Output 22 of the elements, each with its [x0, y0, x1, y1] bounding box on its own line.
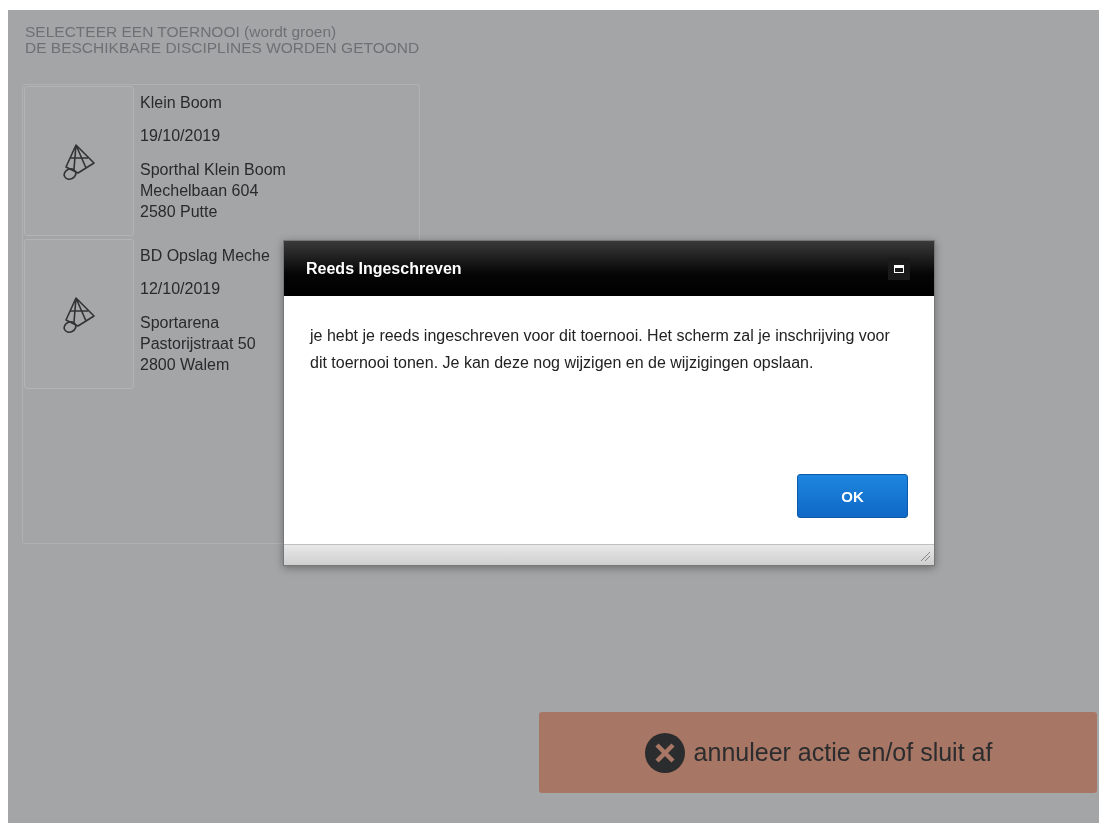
- dialog-message: je hebt je reeds ingeschreven voor dit toernooi. Het scherm zal je inschrijving voor dit toernooi tonen. Je kan deze nog wijzigen en de wijzigingen opslaan.: [310, 326, 891, 373]
- address-line: Pastorijstraat 50: [140, 334, 257, 354]
- ok-button[interactable]: OK: [797, 474, 908, 518]
- tournament-date: 12/10/2019: [140, 280, 222, 299]
- shuttlecock-icon: [62, 294, 96, 334]
- address-line: Sporthal Klein Boom: [140, 160, 286, 180]
- address-line: Mechelbaan 604: [140, 181, 260, 201]
- close-icon: [643, 731, 686, 774]
- tournament-name: Klein Boom: [140, 94, 223, 113]
- maximize-button[interactable]: [888, 257, 910, 280]
- resize-grip-icon: [919, 550, 931, 562]
- cancel-label: annuleer actie en/of sluit af: [693, 738, 993, 767]
- shuttlecock-icon: [62, 141, 96, 181]
- address-line: Sportarena: [140, 313, 221, 333]
- address-line: 2580 Putte: [140, 202, 219, 222]
- cancel-button[interactable]: annuleer actie en/of sluit af: [539, 712, 1097, 793]
- tournament-icon-tile[interactable]: [24, 239, 134, 389]
- dialog-title: Reeds Ingeschreven: [306, 259, 462, 278]
- tournament-icon-tile[interactable]: [24, 86, 134, 236]
- address-line: 2800 Walem: [140, 355, 231, 375]
- tournament-date: 19/10/2019: [140, 127, 222, 146]
- tournament-name: BD Opslag Meche: [140, 247, 270, 266]
